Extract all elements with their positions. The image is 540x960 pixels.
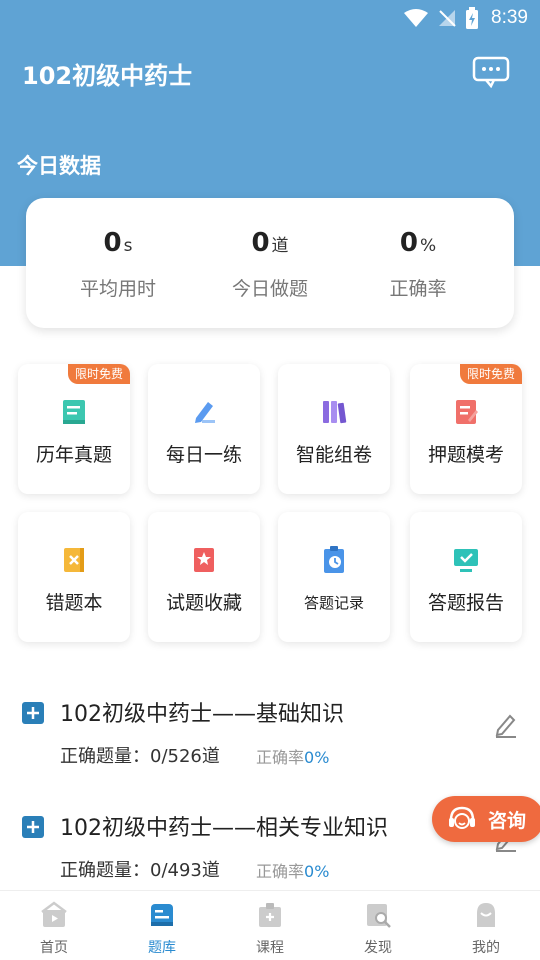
stat-value: 0 (103, 228, 122, 258)
tab-course[interactable]: 课程 (216, 891, 324, 960)
no-signal-icon (439, 10, 456, 27)
accuracy-label: 正确率 (256, 862, 305, 881)
subject-accuracy: 正确率0% (256, 744, 329, 768)
subject-title: 102初级中药士——基础知识 (60, 702, 344, 727)
stat-value: 0 (399, 228, 418, 258)
chat-bubble-icon (472, 56, 510, 89)
favorite-note-icon (194, 548, 214, 572)
subject-title: 102初级中药士——相关专业知识 (60, 816, 388, 841)
tile-answer-records[interactable]: 答题记录 (278, 512, 390, 642)
home-icon (41, 901, 67, 927)
accuracy-label: 正确率 (256, 748, 305, 767)
tile-wrong-questions[interactable]: 错题本 (18, 512, 130, 642)
limited-free-badge: 限时免费 (459, 364, 522, 384)
today-stats-card: 0s 平均用时 0道 今日做题 0% 正确率 (26, 198, 514, 328)
tile-label: 历年真题 (35, 444, 112, 466)
consult-button[interactable]: 咨询 (432, 796, 540, 842)
limited-free-badge: 限时免费 (67, 364, 130, 384)
edit-pencil-icon[interactable] (494, 712, 518, 738)
battery-icon (466, 7, 479, 29)
tile-past-exams[interactable]: 限时免费 历年真题 (18, 364, 130, 494)
today-data-title: 今日数据 (17, 154, 101, 178)
accuracy-value: 0% (304, 862, 330, 881)
tab-question-bank[interactable]: 题库 (108, 891, 216, 960)
tab-label: 首页 (40, 940, 68, 956)
bottom-tab-bar: 首页 题库 课程 发现 我的 (0, 890, 540, 960)
discover-icon (367, 904, 391, 928)
stat-label: 正确率 (389, 278, 447, 300)
tab-home[interactable]: 首页 (0, 891, 108, 960)
tab-discover[interactable]: 发现 (324, 891, 432, 960)
tile-label: 试题收藏 (165, 592, 242, 614)
subject-item[interactable]: 102初级中药士——基础知识 正确题量：0/526道 正确率0% (0, 702, 540, 802)
tile-daily-practice[interactable]: 每日一练 (148, 364, 260, 494)
books-icon (323, 401, 347, 424)
message-button[interactable] (472, 56, 510, 89)
app-title: 102初级中药士 (22, 62, 193, 90)
stat-label: 今日做题 (231, 278, 308, 300)
status-bar: 8:39 (0, 0, 540, 36)
consult-label: 咨询 (488, 810, 527, 832)
tile-answer-report[interactable]: 答题报告 (410, 512, 522, 642)
stat-accuracy: 0% 正确率 (338, 198, 498, 328)
tile-label: 押题模考 (427, 444, 504, 466)
tile-label: 答题记录 (303, 594, 364, 612)
tab-label: 题库 (148, 940, 176, 956)
error-note-icon (64, 548, 84, 572)
accuracy-value: 0% (304, 748, 330, 767)
question-bank-icon (151, 904, 173, 926)
tile-favorites[interactable]: 试题收藏 (148, 512, 260, 642)
stat-average-time: 0s 平均用时 (38, 198, 198, 328)
stat-today-questions: 0道 今日做题 (190, 198, 350, 328)
tile-smart-paper[interactable]: 智能组卷 (278, 364, 390, 494)
pencil-icon (195, 402, 215, 423)
tile-mock-exam[interactable]: 限时免费 押题模考 (410, 364, 522, 494)
status-icons: 8:39 (403, 6, 528, 30)
tile-label: 错题本 (45, 592, 103, 614)
status-time: 8:39 (491, 7, 528, 28)
profile-icon (477, 903, 495, 927)
tab-profile[interactable]: 我的 (432, 891, 540, 960)
book-icon (63, 400, 85, 424)
expand-plus-icon[interactable] (22, 702, 44, 724)
stat-unit: s (123, 236, 133, 256)
tab-label: 课程 (256, 940, 284, 956)
tile-label: 每日一练 (165, 444, 242, 466)
tile-label: 智能组卷 (295, 444, 372, 466)
clipboard-clock-icon (324, 546, 344, 573)
expand-plus-icon[interactable] (22, 816, 44, 838)
tab-label: 我的 (472, 940, 500, 956)
tile-label: 答题报告 (427, 592, 504, 614)
stat-unit: 道 (271, 236, 289, 256)
exam-paper-icon (456, 400, 478, 424)
subject-correct-count: 正确题量：0/526道 (60, 746, 220, 767)
stat-label: 平均用时 (79, 278, 156, 300)
stat-unit: % (419, 236, 437, 256)
course-icon (259, 903, 281, 927)
subject-accuracy: 正确率0% (256, 858, 329, 882)
monitor-check-icon (454, 549, 478, 572)
customer-service-icon (449, 806, 475, 829)
tab-label: 发现 (364, 940, 392, 956)
stat-value: 0 (251, 228, 270, 258)
subject-correct-count: 正确题量：0/493道 (60, 860, 220, 881)
wifi-icon (404, 9, 429, 27)
